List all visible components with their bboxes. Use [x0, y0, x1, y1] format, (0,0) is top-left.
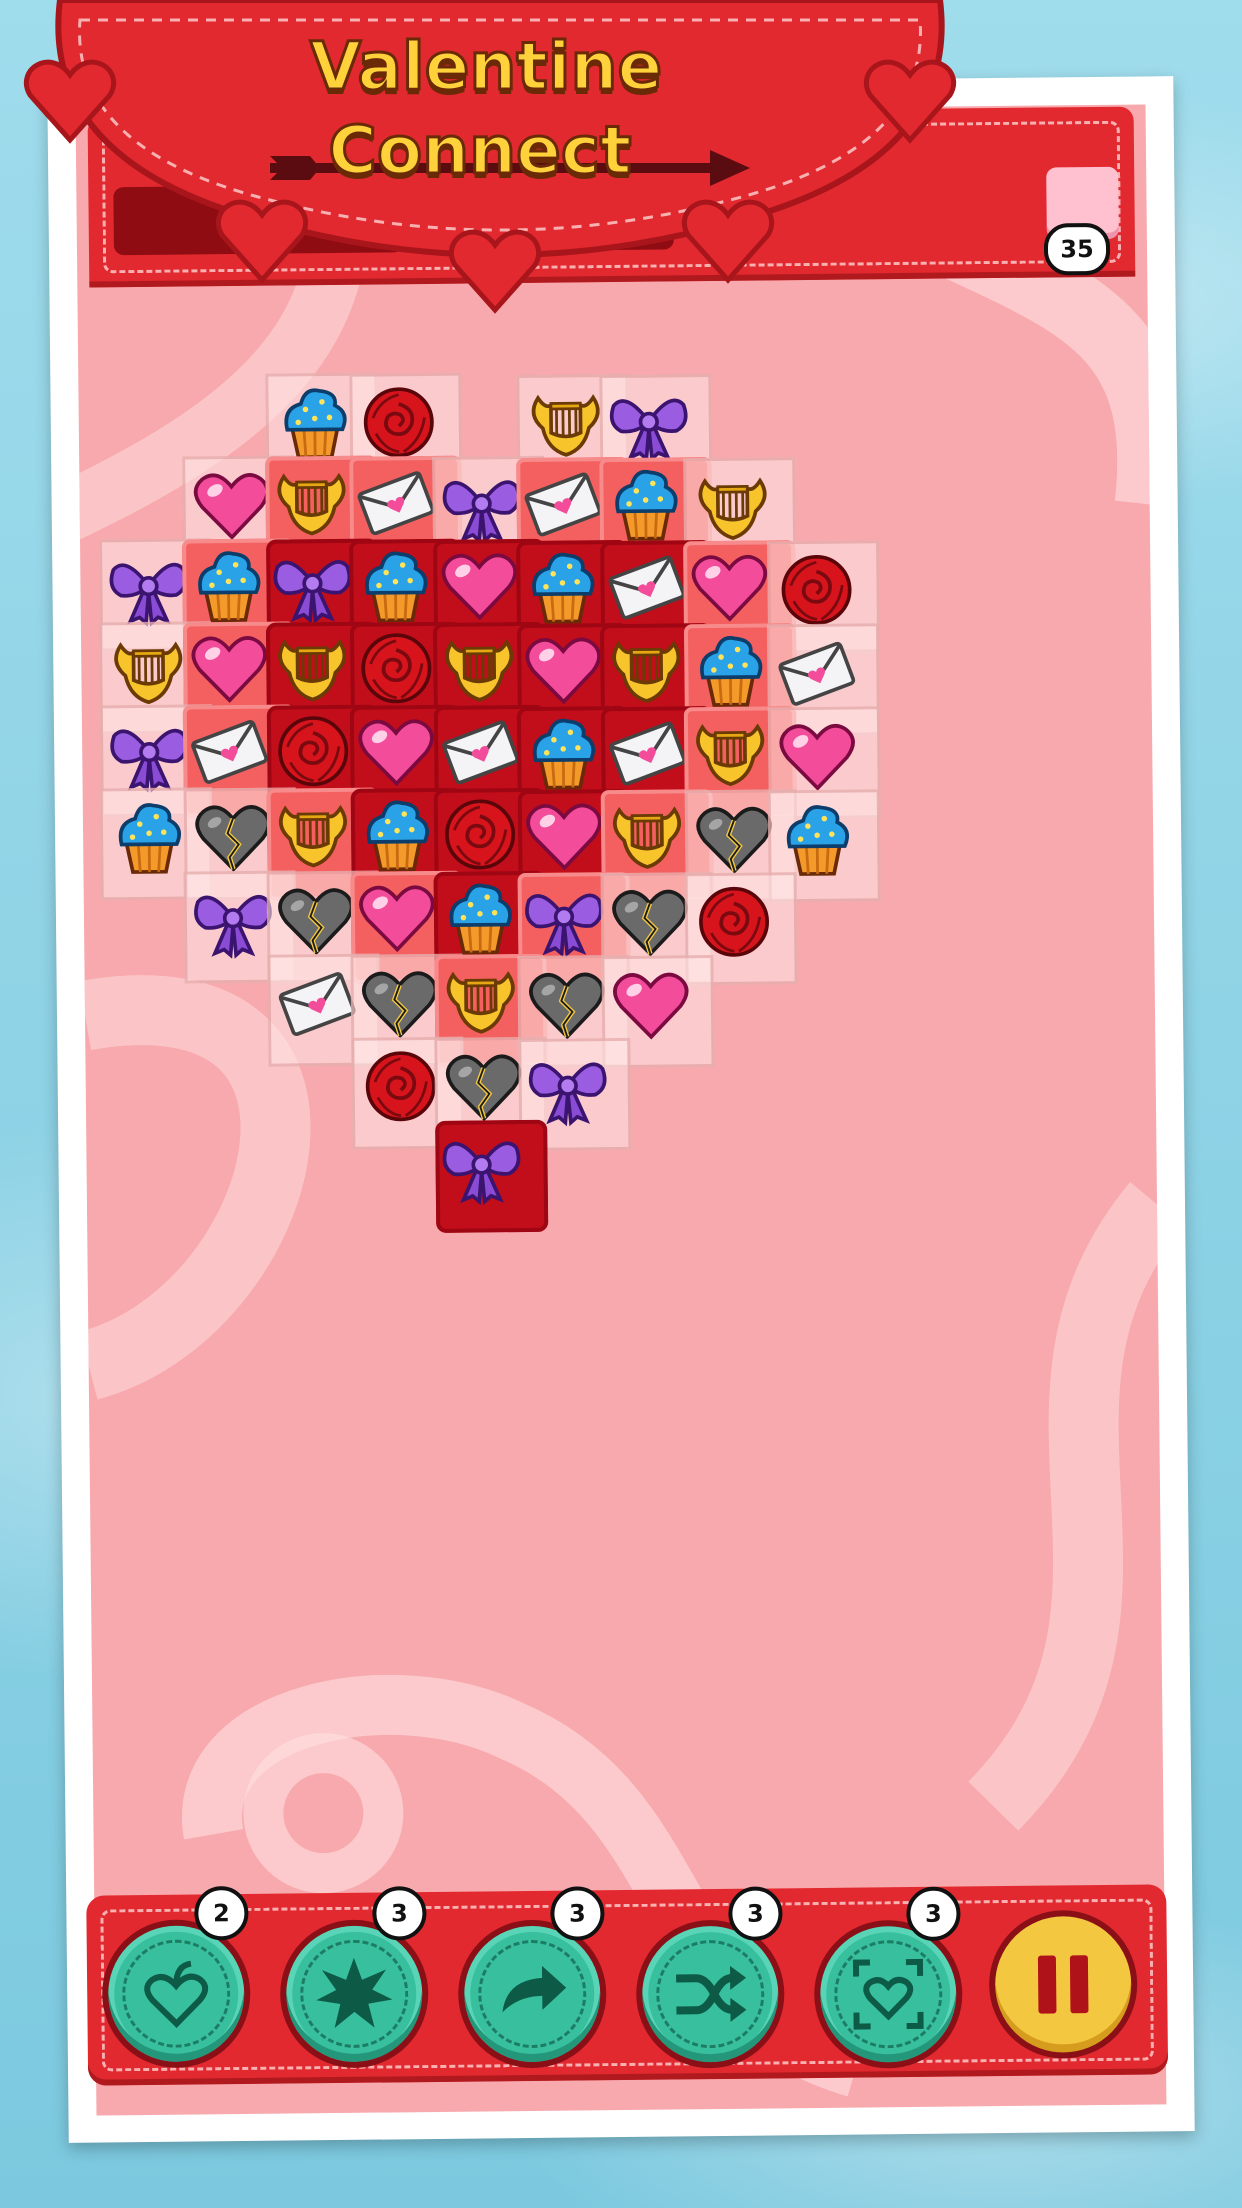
cupcake-icon — [699, 635, 762, 707]
cupcake-icon — [533, 718, 596, 790]
heart-decoration-icon — [681, 199, 775, 284]
powerup-count-badge: 3 — [728, 1886, 783, 1941]
heart-icon — [191, 636, 267, 704]
target-heart-icon — [852, 1958, 924, 2030]
cupcake-icon — [615, 469, 678, 541]
heart-decoration-icon — [863, 59, 957, 144]
lyre-icon — [612, 639, 681, 703]
cupcake-icon — [532, 552, 595, 624]
banner-hearts — [23, 59, 957, 314]
letter-icon — [608, 721, 686, 786]
cupcake-icon — [198, 551, 261, 623]
target-heart-button[interactable] — [813, 1919, 964, 2070]
lyre-icon — [277, 473, 346, 536]
heart-icon — [525, 637, 601, 704]
heart-decoration-icon — [215, 199, 309, 284]
heart-bomb-button[interactable] — [101, 1918, 252, 2069]
pause-icon — [1037, 1955, 1089, 2014]
heart-bomb-icon — [144, 1960, 209, 2028]
lyre-icon — [114, 641, 183, 705]
lyre-icon — [278, 639, 347, 702]
bow-icon — [525, 893, 603, 957]
burst-icon — [316, 1957, 393, 2029]
broken-heart-icon — [446, 1054, 522, 1122]
lyre-icon — [446, 971, 515, 1035]
bow-icon — [609, 398, 688, 462]
lyre-icon — [613, 805, 681, 869]
heart-decoration-icon — [23, 59, 117, 144]
powerup-count-badge: 2 — [194, 1885, 249, 1941]
game-card: 28 35 23333 — [47, 76, 1195, 2143]
broken-heart-icon — [362, 971, 438, 1039]
powerup-count-badge: 3 — [906, 1886, 961, 1942]
lyre-icon — [696, 723, 765, 786]
letter-icon — [524, 472, 602, 536]
letter-icon — [191, 720, 269, 784]
curved-arrow-icon — [502, 1965, 567, 2013]
cupcake-icon — [365, 551, 428, 623]
heart-icon — [358, 719, 434, 787]
rose-icon — [277, 716, 348, 787]
board-background — [75, 104, 1167, 2116]
cupcake-icon — [366, 800, 429, 872]
letter-icon — [441, 720, 519, 785]
burst-button[interactable] — [279, 1919, 430, 2069]
rose-icon — [445, 799, 516, 870]
rose-icon — [365, 1051, 436, 1122]
bow-icon — [194, 895, 272, 959]
cupcake-icon — [118, 803, 181, 874]
broken-heart-icon — [194, 805, 271, 872]
bow-icon — [442, 1141, 520, 1206]
bow-icon — [109, 562, 188, 627]
powerup-count-badge: 3 — [372, 1886, 427, 1941]
shuffle-icon — [676, 1965, 747, 2022]
undo-arrow-button[interactable] — [457, 1919, 608, 2069]
bow-icon — [273, 560, 352, 625]
pause-button[interactable] — [988, 1909, 1138, 2060]
heart-icon — [359, 885, 435, 953]
broken-heart-icon — [278, 888, 354, 956]
powerup-bar: 2 3 3 3 3 — [86, 1884, 1169, 2086]
rose-icon — [361, 633, 432, 704]
lyre-icon — [698, 477, 767, 540]
shuffle-button[interactable] — [635, 1919, 786, 2069]
cupcake-icon — [450, 884, 513, 955]
letter-icon — [357, 471, 435, 536]
letter-icon — [278, 972, 356, 1037]
heart-icon — [691, 554, 768, 622]
heart-decoration-icon — [448, 229, 542, 314]
tile-bow[interactable] — [434, 1120, 548, 1234]
heart-icon — [441, 553, 517, 621]
heart-icon — [525, 803, 602, 870]
powerup-count-badge: 3 — [550, 1886, 605, 1941]
lyre-icon — [445, 639, 514, 703]
bow-icon — [109, 728, 188, 793]
lyre-icon — [278, 805, 347, 868]
letter-icon — [608, 555, 686, 620]
